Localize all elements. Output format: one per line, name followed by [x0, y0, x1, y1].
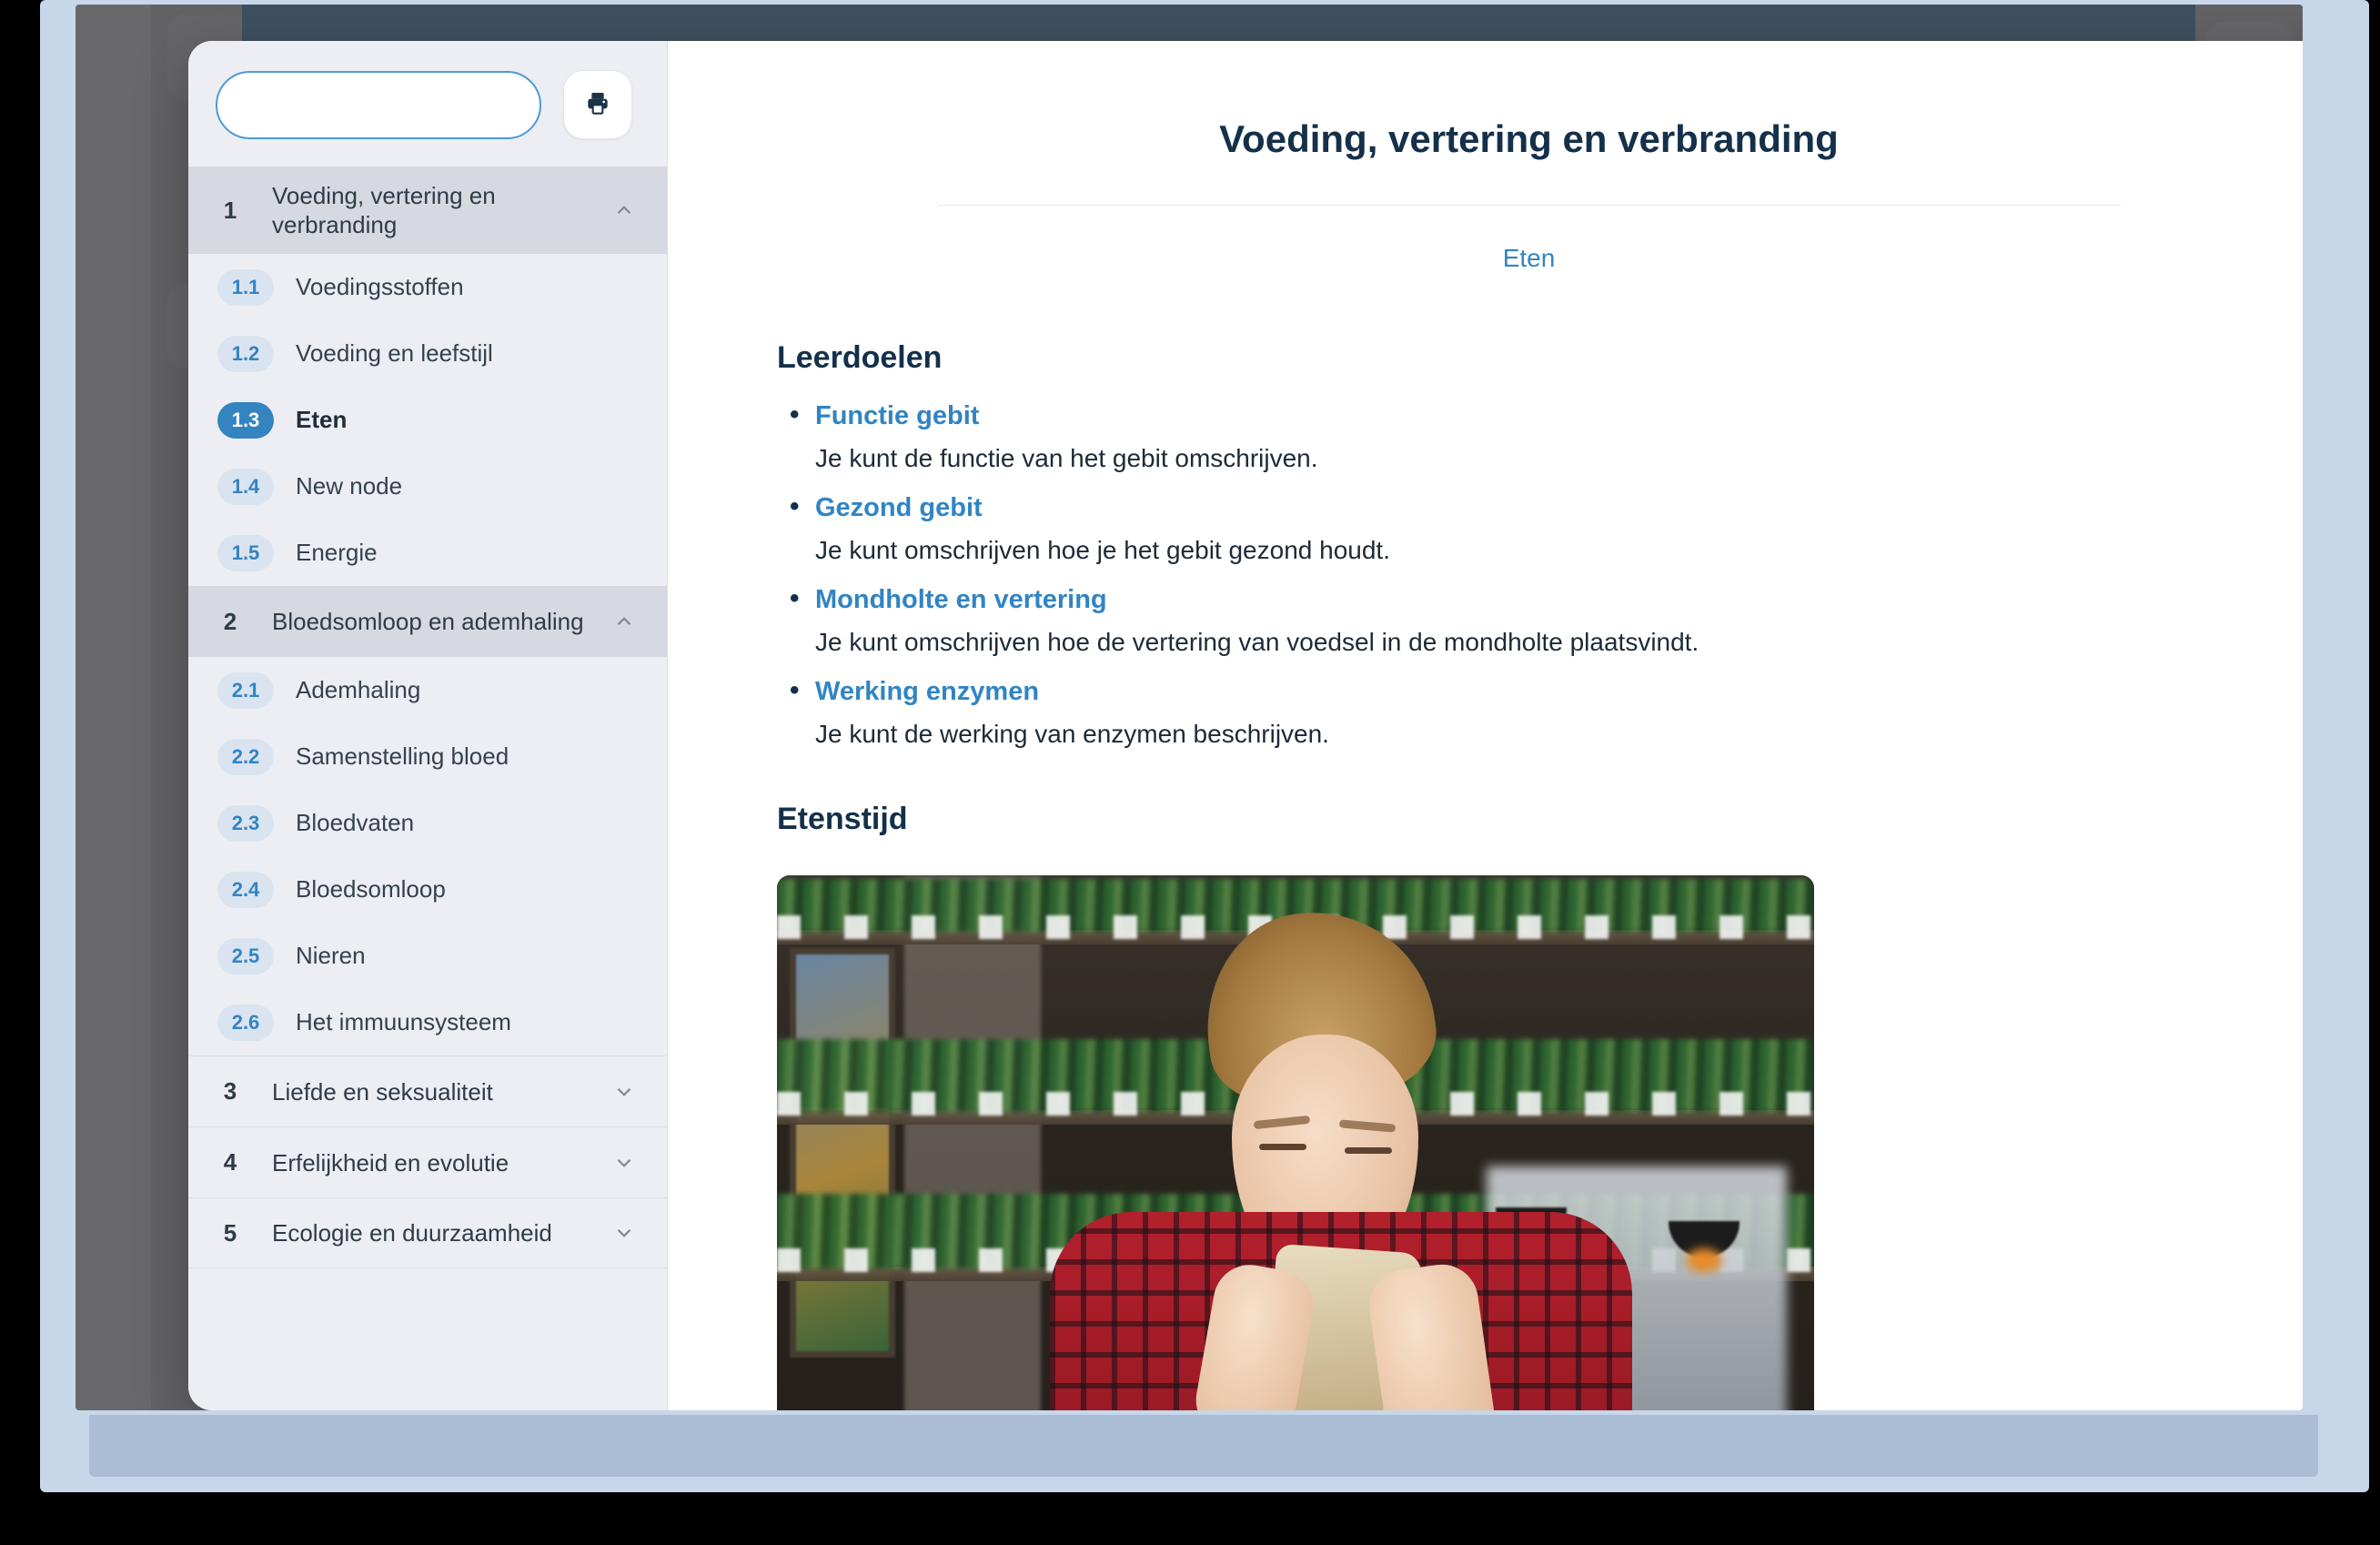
- item-number-badge: 2.2: [217, 738, 274, 775]
- toc-item-2-1[interactable]: 2.1 Ademhaling: [188, 657, 667, 723]
- goal-description: Je kunt omschrijven hoe je het gebit gez…: [815, 536, 1390, 564]
- item-label: Voedingsstoffen: [296, 273, 464, 301]
- toc-item-2-2[interactable]: 2.2 Samenstelling bloed: [188, 723, 667, 790]
- toc-item-1-2[interactable]: 1.2 Voeding en leefstijl: [188, 320, 667, 387]
- toc-chapter-1[interactable]: 1 Voeding, vertering en verbranding: [188, 167, 667, 255]
- device-frame-band: [89, 1415, 2318, 1477]
- print-icon: [583, 89, 612, 121]
- chapter-title: Erfelijkheid en evolutie: [272, 1148, 509, 1176]
- learning-goal-item: Gezond gebit Je kunt omschrijven hoe je …: [777, 491, 2281, 565]
- photo-brow: [1253, 1115, 1311, 1130]
- chevron-up-icon[interactable]: [609, 198, 640, 222]
- toc-item-1-5[interactable]: 1.5 Energie: [188, 520, 667, 586]
- goal-title[interactable]: Functie gebit: [777, 399, 2281, 431]
- chapter-title: Voeding, vertering en verbranding: [272, 182, 496, 239]
- toc-item-2-3[interactable]: 2.3 Bloedvaten: [188, 790, 667, 856]
- item-label: Bloedvaten: [296, 809, 415, 837]
- search-input[interactable]: [217, 72, 540, 137]
- chapter-number: 4: [223, 1148, 237, 1176]
- photo-brow: [1338, 1119, 1397, 1133]
- learning-goals-heading: Leerdoelen: [777, 340, 943, 375]
- search-field-wrapper: [216, 70, 541, 139]
- item-number-badge: 1.2: [217, 335, 274, 372]
- content-modal: 1 Voeding, vertering en verbranding 1.1 …: [188, 41, 2303, 1410]
- item-label: Ademhaling: [296, 676, 421, 704]
- search-row: [188, 41, 667, 167]
- toc-item-2-6[interactable]: 2.6 Het immuunsysteem: [188, 989, 667, 1055]
- item-number-badge: 2.4: [217, 871, 274, 908]
- article-body: Leerdoelen Functie gebit Je kunt de func…: [668, 340, 2303, 1410]
- chapter-title: Liefde en seksualiteit: [272, 1077, 493, 1106]
- page-subtitle: Eten: [1502, 244, 1556, 272]
- learning-goal-item: Functie gebit Je kunt de functie van het…: [777, 399, 2281, 473]
- photo-wall-art: [790, 948, 895, 1358]
- goal-description: Je kunt de werking van enzymen beschrijv…: [815, 720, 1329, 748]
- toc-item-2-5[interactable]: 2.5 Nieren: [188, 923, 667, 989]
- item-number-badge: 2.3: [217, 804, 274, 842]
- item-label: Voeding en leefstijl: [296, 339, 493, 368]
- screen: 1 Voeding, vertering en verbranding 1.1 …: [0, 0, 2380, 1545]
- toc-sidebar: 1 Voeding, vertering en verbranding 1.1 …: [188, 41, 668, 1410]
- item-number-badge: 2.5: [217, 937, 274, 974]
- item-number-badge: 1.5: [217, 534, 274, 571]
- chapter-number: 3: [223, 1077, 237, 1106]
- chapter-number: 5: [223, 1218, 237, 1247]
- item-number-badge: 1.1: [217, 268, 274, 306]
- item-label: Bloedsomloop: [296, 875, 446, 904]
- goal-title[interactable]: Werking enzymen: [777, 675, 2281, 707]
- photo-eye: [1259, 1144, 1306, 1150]
- toc-item-1-3-eten-active[interactable]: 1.3 Eten: [188, 387, 667, 453]
- toc-item-1-4[interactable]: 1.4 New node: [188, 453, 667, 520]
- print-button[interactable]: [563, 70, 632, 139]
- item-label: Energie: [296, 539, 378, 567]
- item-number-badge: 1.4: [217, 468, 274, 505]
- chevron-down-icon[interactable]: [609, 1221, 640, 1245]
- item-label: Eten: [296, 406, 348, 434]
- chapter-title: Ecologie en duurzaamheid: [272, 1219, 552, 1247]
- content-pane: ✕ Voeding, vertering en verbranding Eten…: [668, 41, 2303, 1410]
- toc-chapter-2[interactable]: 2 Bloedsomloop en ademhaling: [188, 586, 667, 658]
- chevron-up-icon[interactable]: [609, 610, 640, 633]
- goal-title[interactable]: Gezond gebit: [777, 491, 2281, 523]
- learning-goal-item: Werking enzymen Je kunt de werking van e…: [777, 675, 2281, 749]
- item-label: New node: [296, 472, 403, 500]
- chapter-number: 2: [223, 607, 237, 635]
- goal-description: Je kunt omschrijven hoe de vertering van…: [815, 628, 1699, 656]
- mealtime-heading: Etenstijd: [777, 802, 908, 836]
- item-number-badge: 1.3: [217, 401, 274, 439]
- title-divider: [937, 205, 2121, 206]
- chevron-down-icon[interactable]: [609, 1151, 640, 1175]
- photo-eye: [1345, 1147, 1392, 1154]
- item-number-badge: 2.1: [217, 672, 274, 709]
- goal-description: Je kunt de functie van het gebit omschri…: [815, 444, 1318, 472]
- item-label: Het immuunsysteem: [296, 1008, 511, 1036]
- item-label: Samenstelling bloed: [296, 742, 509, 771]
- item-label: Nieren: [296, 942, 366, 970]
- photo-pillar: [904, 875, 1041, 1410]
- toc-item-2-4[interactable]: 2.4 Bloedsomloop: [188, 856, 667, 923]
- toc-chapter-5[interactable]: 5 Ecologie en duurzaamheid: [188, 1197, 667, 1269]
- chapter-number: 1: [223, 196, 237, 224]
- app-viewport: 1 Voeding, vertering en verbranding 1.1 …: [76, 5, 2303, 1410]
- learning-goal-item: Mondholte en vertering Je kunt omschrijv…: [777, 583, 2281, 657]
- toc-item-1-1[interactable]: 1.1 Voedingsstoffen: [188, 254, 667, 320]
- item-number-badge: 2.6: [217, 1004, 274, 1041]
- toc-chapter-4[interactable]: 4 Erfelijkheid en evolutie: [188, 1126, 667, 1198]
- content-photo: [777, 875, 1814, 1410]
- page-title: Voeding, vertering en verbranding: [1219, 117, 1839, 160]
- table-of-contents: 1 Voeding, vertering en verbranding 1.1 …: [188, 167, 667, 1410]
- chevron-down-icon[interactable]: [609, 1080, 640, 1104]
- goal-title[interactable]: Mondholte en vertering: [777, 583, 2281, 615]
- chapter-title: Bloedsomloop en ademhaling: [272, 608, 584, 636]
- toc-chapter-3[interactable]: 3 Liefde en seksualiteit: [188, 1055, 667, 1127]
- content-scroll-area: ✕ Voeding, vertering en verbranding Eten…: [668, 41, 2303, 1410]
- learning-goals-list: Functie gebit Je kunt de functie van het…: [777, 399, 2281, 749]
